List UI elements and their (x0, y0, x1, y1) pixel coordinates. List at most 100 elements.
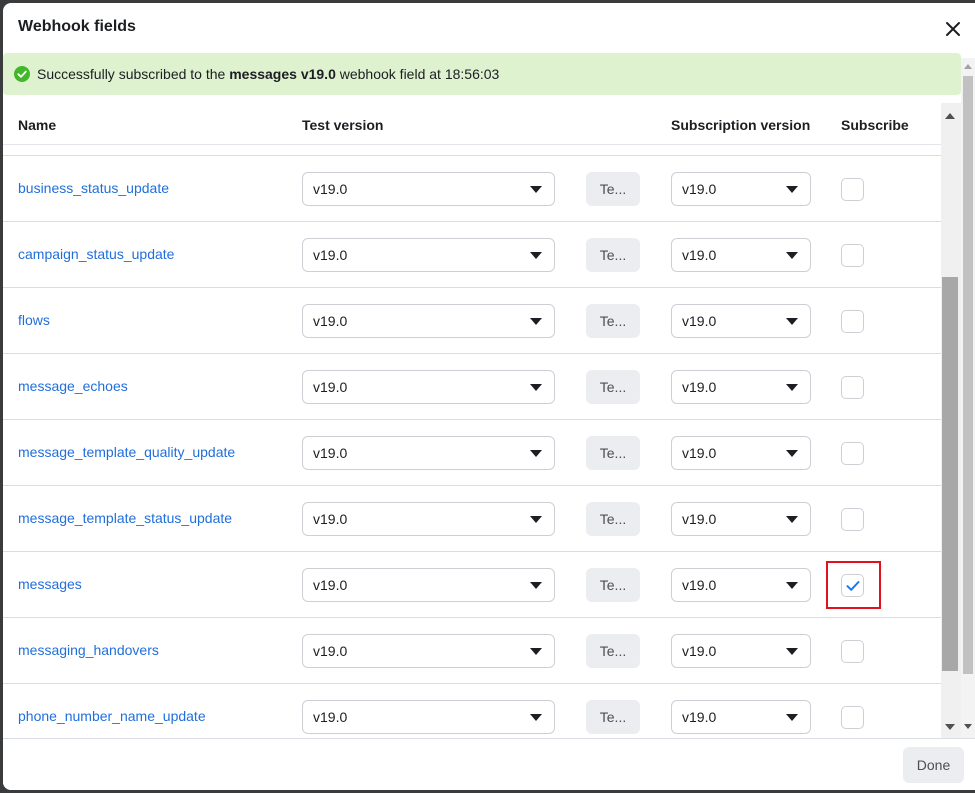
subscription-version-value: v19.0 (682, 445, 717, 461)
field-name-link[interactable]: message_template_quality_update (18, 444, 235, 460)
chevron-down-icon (530, 648, 542, 655)
column-header-subscribe: Subscribe (841, 117, 909, 133)
chevron-down-icon (786, 516, 798, 523)
subscription-version-select[interactable]: v19.0 (671, 502, 811, 536)
test-version-select[interactable]: v19.0 (302, 304, 555, 338)
field-name-link[interactable]: flows (18, 312, 50, 328)
field-name-link[interactable]: phone_number_name_update (18, 708, 206, 724)
chevron-down-icon (786, 384, 798, 391)
subscription-version-value: v19.0 (682, 379, 717, 395)
subscription-version-value: v19.0 (682, 709, 717, 725)
chevron-down-icon (530, 714, 542, 721)
subscribe-checkbox[interactable] (841, 442, 864, 465)
table-row: messages v19.0 Te... v19.0 (3, 551, 941, 617)
dialog-scroll-thumb[interactable] (963, 76, 973, 674)
table-header: Name Test version Subscription version S… (3, 103, 941, 145)
column-header-test-version: Test version (302, 117, 384, 133)
test-version-select[interactable]: v19.0 (302, 172, 555, 206)
table-scrollbar[interactable] (941, 103, 961, 738)
test-version-value: v19.0 (313, 247, 348, 263)
test-version-value: v19.0 (313, 709, 348, 725)
scroll-thumb[interactable] (942, 277, 958, 671)
chevron-down-icon (786, 252, 798, 259)
done-button[interactable]: Done (903, 747, 964, 783)
column-header-subscription-version: Subscription version (671, 117, 811, 133)
test-version-value: v19.0 (313, 181, 348, 197)
field-name-link[interactable]: messaging_handovers (18, 642, 159, 658)
test-button[interactable]: Te... (586, 370, 640, 404)
test-button[interactable]: Te... (586, 568, 640, 602)
chevron-down-icon (530, 516, 542, 523)
subscribe-checkbox[interactable] (841, 640, 864, 663)
subscribe-checkbox[interactable] (841, 508, 864, 531)
field-name-link[interactable]: message_echoes (18, 378, 128, 394)
test-button[interactable]: Te... (586, 172, 640, 206)
test-version-select[interactable]: v19.0 (302, 568, 555, 602)
dialog-scrollbar[interactable] (961, 58, 975, 738)
test-version-value: v19.0 (313, 577, 348, 593)
check-circle-icon (14, 66, 30, 82)
dialog-scroll-down-arrow-icon[interactable] (964, 724, 972, 729)
test-button[interactable]: Te... (586, 634, 640, 668)
chevron-down-icon (530, 252, 542, 259)
banner-text-after: webhook field at 18:56:03 (335, 66, 500, 82)
field-name-link[interactable]: business_status_update (18, 180, 169, 196)
test-version-value: v19.0 (313, 445, 348, 461)
subscribe-checkbox[interactable] (841, 178, 864, 201)
field-name-link[interactable]: message_template_status_update (18, 510, 232, 526)
chevron-down-icon (786, 186, 798, 193)
subscription-version-select[interactable]: v19.0 (671, 436, 811, 470)
test-version-value: v19.0 (313, 313, 348, 329)
subscribe-checkbox[interactable] (841, 376, 864, 399)
chevron-down-icon (786, 318, 798, 325)
banner-message: Successfully subscribed to the messages … (37, 66, 499, 82)
test-version-select[interactable]: v19.0 (302, 370, 555, 404)
test-button[interactable]: Te... (586, 304, 640, 338)
chevron-down-icon (530, 582, 542, 589)
test-version-value: v19.0 (313, 643, 348, 659)
subscribe-checkbox[interactable] (841, 706, 864, 729)
test-version-select[interactable]: v19.0 (302, 436, 555, 470)
test-version-value: v19.0 (313, 379, 348, 395)
dialog-scroll-up-arrow-icon[interactable] (964, 64, 972, 69)
test-version-select[interactable]: v19.0 (302, 502, 555, 536)
subscribe-checkbox[interactable] (841, 310, 864, 333)
column-header-name: Name (18, 117, 57, 133)
chevron-down-icon (786, 582, 798, 589)
banner-text-bold: messages v19.0 (229, 66, 336, 82)
chevron-down-icon (530, 450, 542, 457)
subscription-version-value: v19.0 (682, 577, 717, 593)
subscription-version-select[interactable]: v19.0 (671, 634, 811, 668)
subscription-version-select[interactable]: v19.0 (671, 370, 811, 404)
dialog-title: Webhook fields (18, 18, 136, 35)
subscription-version-select[interactable]: v19.0 (671, 238, 811, 272)
subscription-version-value: v19.0 (682, 643, 717, 659)
field-name-link[interactable]: messages (18, 576, 82, 592)
scroll-up-arrow-icon[interactable] (945, 113, 955, 119)
test-version-select[interactable]: v19.0 (302, 238, 555, 272)
subscription-version-select[interactable]: v19.0 (671, 304, 811, 338)
subscription-version-value: v19.0 (682, 313, 717, 329)
scroll-down-arrow-icon[interactable] (945, 724, 955, 730)
subscription-version-select[interactable]: v19.0 (671, 568, 811, 602)
test-version-select[interactable]: v19.0 (302, 634, 555, 668)
test-button[interactable]: Te... (586, 502, 640, 536)
test-button[interactable]: Te... (586, 436, 640, 470)
chevron-down-icon (530, 318, 542, 325)
chevron-down-icon (530, 186, 542, 193)
test-button[interactable]: Te... (586, 238, 640, 272)
subscribe-checkbox[interactable] (841, 244, 864, 267)
chevron-down-icon (786, 450, 798, 457)
chevron-down-icon (530, 384, 542, 391)
subscription-version-select[interactable]: v19.0 (671, 172, 811, 206)
close-button[interactable] (941, 17, 965, 41)
table-row: message_echoes v19.0 Te... v19.0 (3, 353, 941, 419)
dialog-footer: Done (3, 738, 975, 790)
close-icon (946, 22, 960, 36)
subscription-version-select[interactable]: v19.0 (671, 700, 811, 734)
test-version-select[interactable]: v19.0 (302, 700, 555, 734)
dialog-header: Webhook fields (3, 3, 975, 53)
test-button[interactable]: Te... (586, 700, 640, 734)
chevron-down-icon (786, 714, 798, 721)
field-name-link[interactable]: campaign_status_update (18, 246, 174, 262)
